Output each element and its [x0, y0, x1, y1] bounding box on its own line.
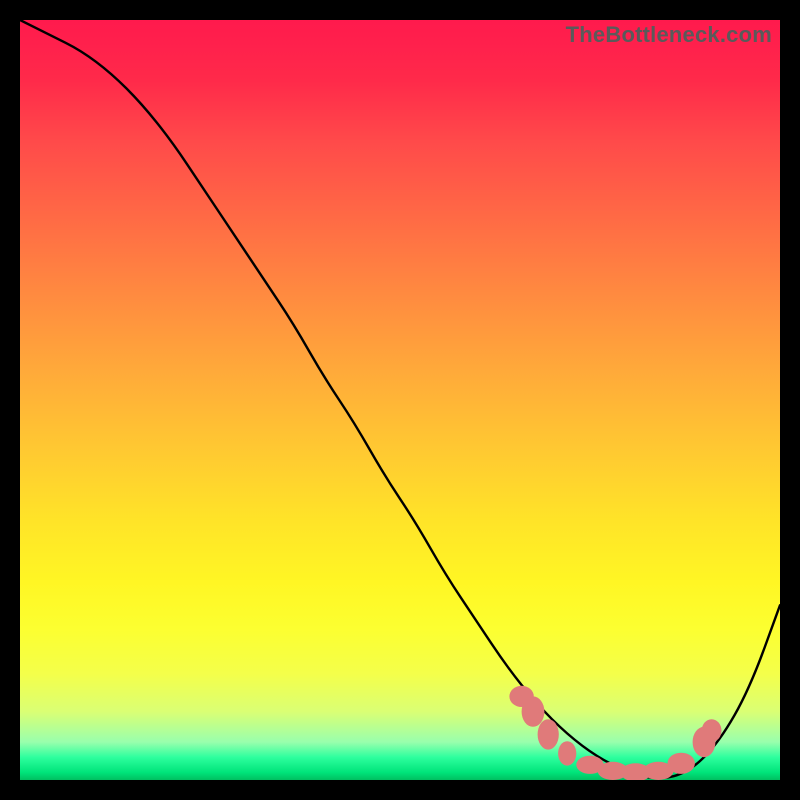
- chart-marker: [538, 719, 559, 749]
- chart-plot-area: TheBottleneck.com: [20, 20, 780, 780]
- chart-markers: [509, 686, 721, 780]
- chart-svg: [20, 20, 780, 780]
- chart-marker: [702, 719, 722, 742]
- chart-marker: [558, 741, 576, 765]
- chart-marker: [668, 753, 695, 774]
- chart-marker: [522, 696, 545, 726]
- chart-frame: TheBottleneck.com: [0, 0, 800, 800]
- chart-line: [20, 20, 780, 778]
